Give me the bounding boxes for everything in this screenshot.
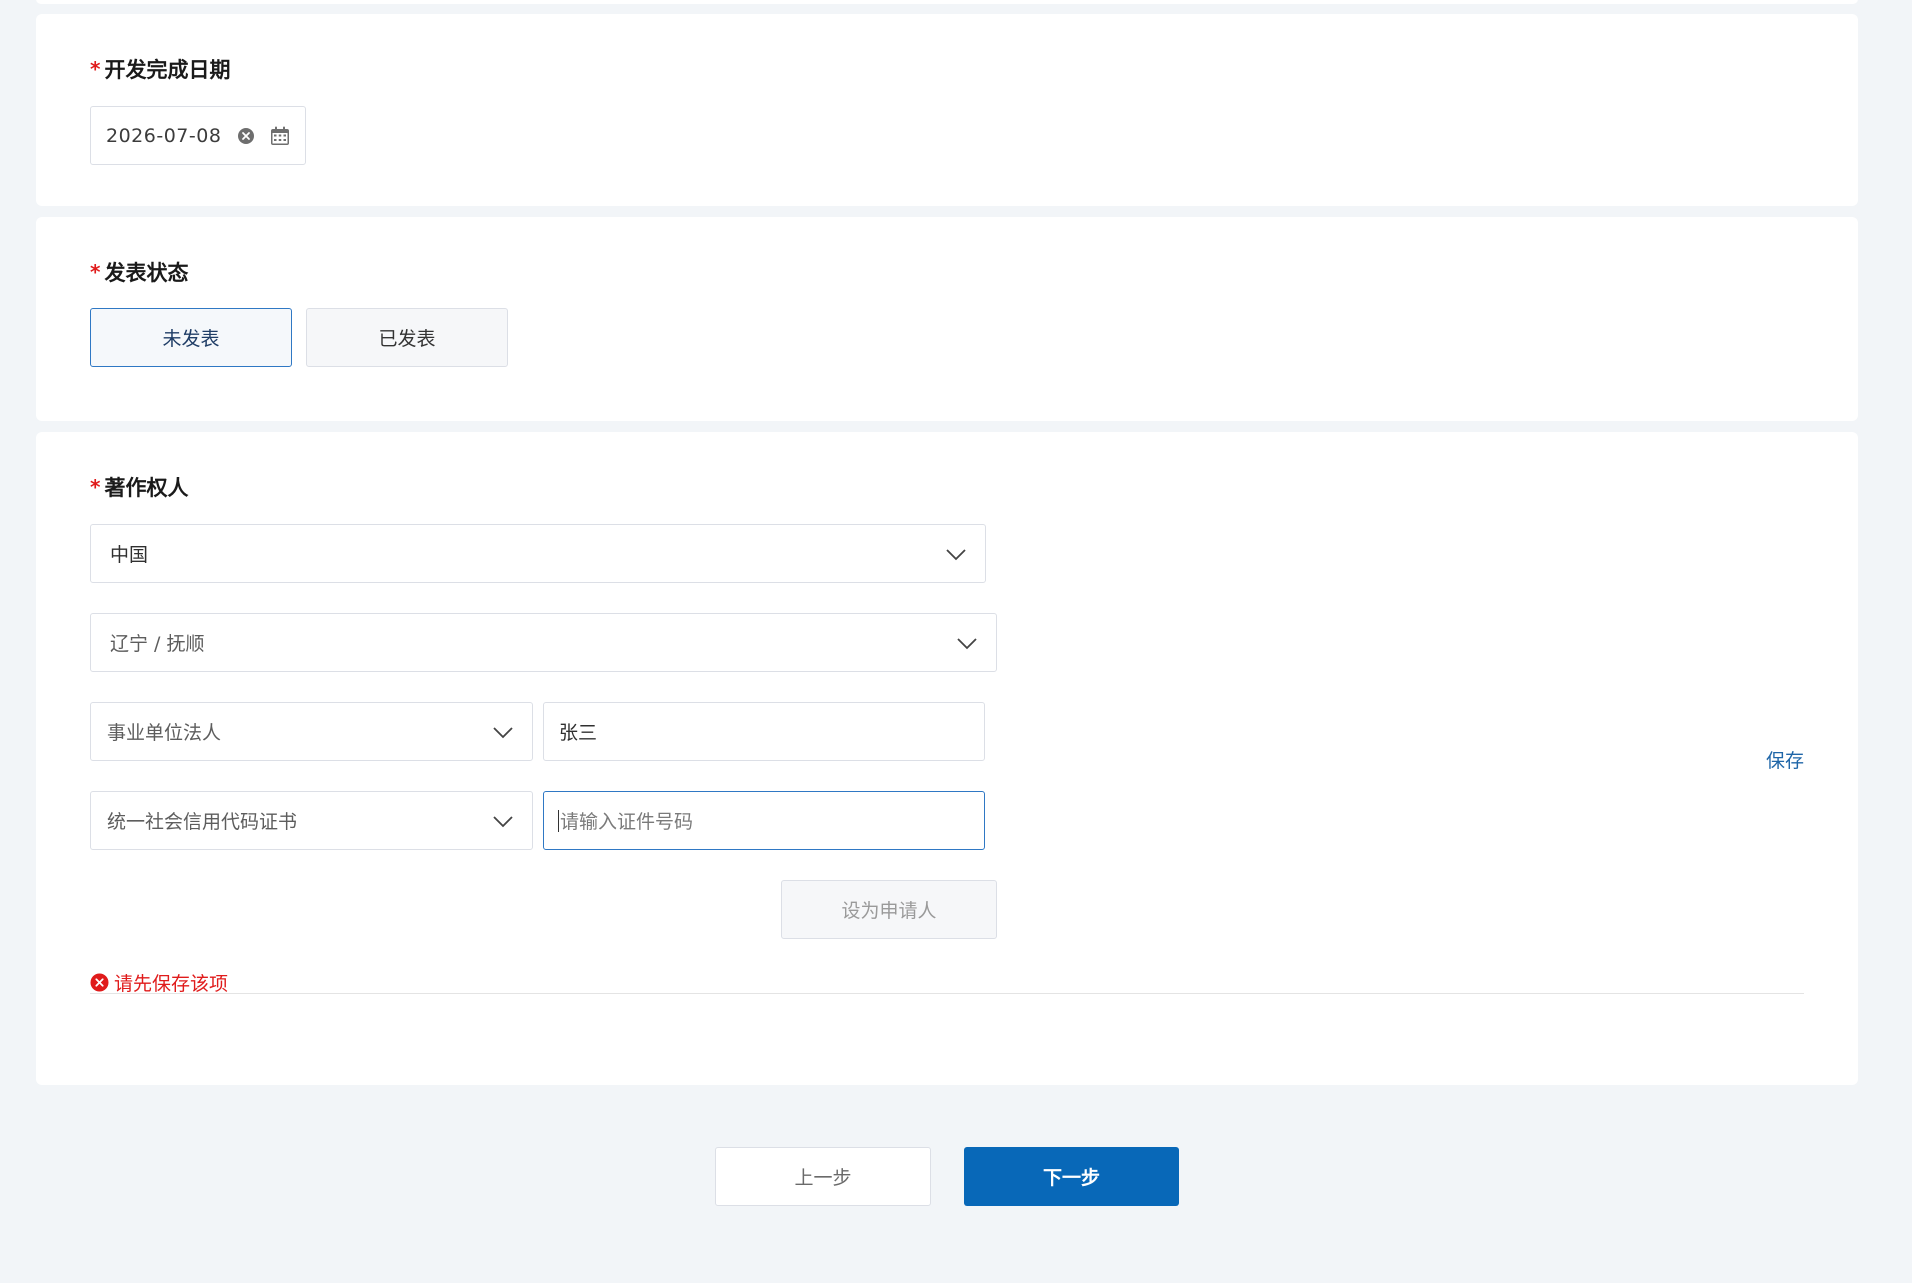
date-value: 2026-07-08 bbox=[106, 124, 222, 147]
copyright-holder-card: * 著作权人 中国 辽宁 / 抚顺 事业单位法人 张三 统一社会信用代码证书 请… bbox=[36, 432, 1858, 1085]
id-number-input[interactable]: 请输入证件号码 bbox=[543, 791, 985, 850]
publish-status-label: * 发表状态 bbox=[90, 260, 189, 285]
completion-date-label: * 开发完成日期 bbox=[90, 57, 231, 82]
region-cascader[interactable]: 辽宁 / 抚顺 bbox=[90, 613, 997, 672]
option-published[interactable]: 已发表 bbox=[306, 308, 508, 367]
required-star: * bbox=[90, 260, 101, 284]
section-divider bbox=[90, 993, 1804, 994]
chevron-down-icon bbox=[946, 549, 966, 561]
date-picker[interactable]: 2026-07-08 bbox=[90, 106, 306, 165]
set-applicant-button[interactable]: 设为申请人 bbox=[781, 880, 997, 939]
save-link[interactable]: 保存 bbox=[1766, 746, 1804, 773]
clear-circle-icon[interactable] bbox=[237, 127, 255, 145]
completion-date-card: * 开发完成日期 2026-07-08 bbox=[36, 14, 1858, 206]
country-select[interactable]: 中国 bbox=[90, 524, 986, 583]
calendar-icon[interactable] bbox=[269, 125, 291, 147]
error-message: 请先保存该项 bbox=[90, 969, 228, 996]
chevron-down-icon bbox=[493, 816, 513, 828]
publish-status-card: * 发表状态 未发表 已发表 bbox=[36, 217, 1858, 421]
error-circle-icon bbox=[90, 973, 109, 992]
chevron-down-icon bbox=[957, 638, 977, 650]
required-star: * bbox=[90, 57, 101, 81]
option-unpublished[interactable]: 未发表 bbox=[90, 308, 292, 367]
prev-step-button[interactable]: 上一步 bbox=[715, 1147, 931, 1206]
required-star: * bbox=[90, 475, 101, 499]
previous-card-edge bbox=[36, 0, 1858, 4]
copyright-holder-label: * 著作权人 bbox=[90, 475, 189, 500]
chevron-down-icon bbox=[493, 727, 513, 739]
holder-name-input[interactable]: 张三 bbox=[543, 702, 985, 761]
id-type-select[interactable]: 统一社会信用代码证书 bbox=[90, 791, 533, 850]
id-number-placeholder: 请输入证件号码 bbox=[560, 811, 694, 833]
text-caret bbox=[558, 809, 559, 832]
holder-type-select[interactable]: 事业单位法人 bbox=[90, 702, 533, 761]
next-step-button[interactable]: 下一步 bbox=[964, 1147, 1179, 1206]
